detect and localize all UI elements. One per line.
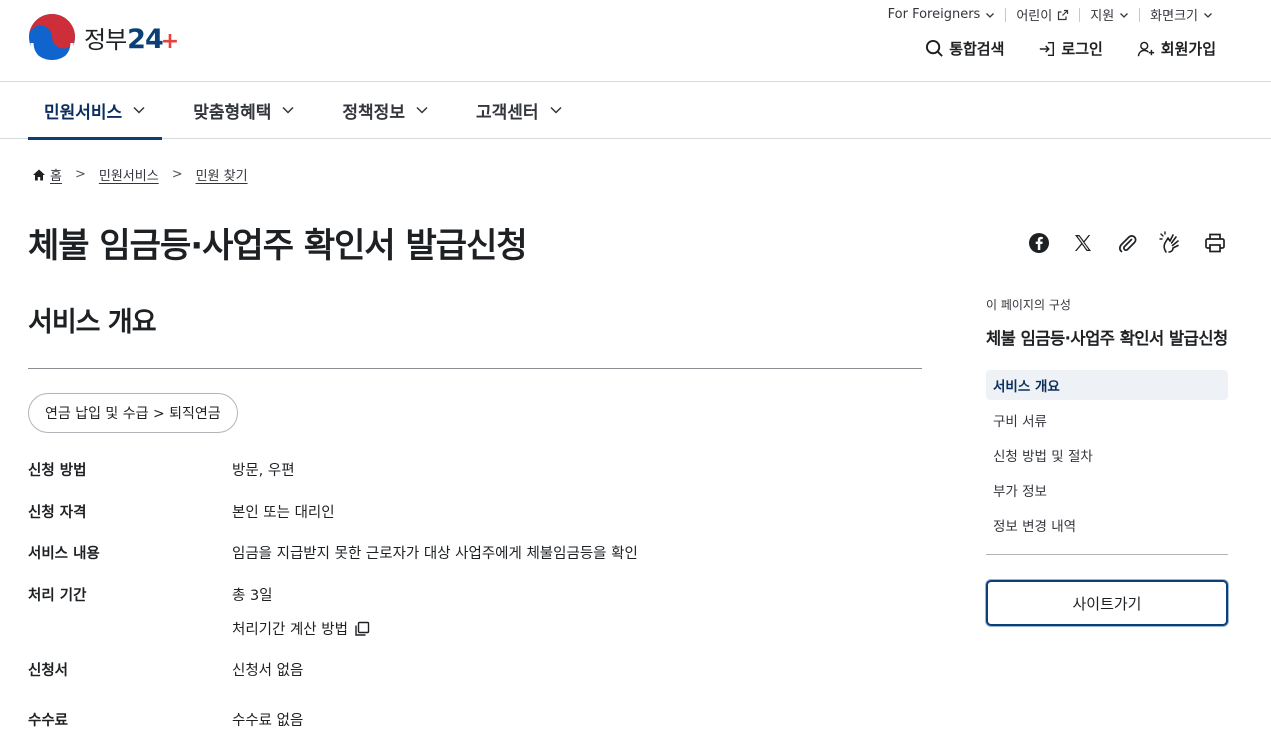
search-button[interactable]: 통합검색 <box>925 38 1004 59</box>
util-screen-size[interactable]: 화면크기 <box>1140 5 1223 24</box>
copy-icon <box>355 621 370 636</box>
util-kids[interactable]: 어린이 <box>1006 5 1079 24</box>
breadcrumb: 홈 > 민원서비스 > 민원 찾기 <box>32 165 248 184</box>
go-to-site-button[interactable]: 사이트가기 <box>986 580 1228 626</box>
processing-time-calc-link[interactable]: 처리기간 계산 방법 <box>232 618 370 639</box>
breadcrumb-civil-service[interactable]: 민원서비스 <box>99 165 159 184</box>
chevron-down-icon <box>1204 12 1212 18</box>
util-kids-label: 어린이 <box>1016 9 1053 24</box>
print-icon[interactable] <box>1203 231 1227 255</box>
header-actions: 통합검색 로그인 회원가입 <box>925 38 1216 59</box>
login-icon <box>1040 41 1055 56</box>
nav-tab-label: 고객센터 <box>475 102 539 123</box>
main-nav: 민원서비스 맞춤형혜택 정책정보 고객센터 <box>0 82 1271 140</box>
calc-link-label: 처리기간 계산 방법 <box>232 622 348 638</box>
login-button[interactable]: 로그인 <box>1038 38 1103 59</box>
search-button-label: 통합검색 <box>949 40 1005 58</box>
chevron-down-icon <box>133 106 145 114</box>
breadcrumb-home-label: 홈 <box>50 169 62 184</box>
info-label: 신청서 <box>28 663 69 679</box>
external-link-icon <box>1058 9 1069 20</box>
info-value: 수수료 없음 <box>232 713 304 729</box>
chevron-down-icon <box>550 106 562 114</box>
toc-item-documents[interactable]: 구비 서류 <box>986 405 1228 435</box>
logo-wordmark: 정부 24 + <box>84 20 179 55</box>
nav-tab-label: 맞춤형혜택 <box>193 102 272 123</box>
chevron-down-icon <box>416 106 428 114</box>
toc-item-procedure[interactable]: 신청 방법 및 절차 <box>986 440 1228 470</box>
util-screen-size-label: 화면크기 <box>1150 9 1198 24</box>
toc-item-extra-info[interactable]: 부가 정보 <box>986 475 1228 505</box>
toc-divider <box>986 554 1228 555</box>
share-toolbar <box>1027 231 1227 255</box>
taegeuk-logo-icon <box>29 14 75 61</box>
chevron-down-icon <box>282 106 294 114</box>
signup-button-label: 회원가입 <box>1160 40 1216 58</box>
toc-caption: 이 페이지의 구성 <box>986 298 1071 312</box>
info-value: 신청서 없음 <box>232 663 304 679</box>
chevron-down-icon <box>986 12 995 18</box>
nav-tab-custom-benefits[interactable]: 맞춤형혜택 <box>177 82 311 138</box>
nav-tab-label: 정책정보 <box>342 102 405 123</box>
info-value: 총 3일 <box>232 588 273 604</box>
info-value: 임금을 지급받지 못한 근로자가 대상 사업주에게 체불임금등을 확인 <box>232 546 638 562</box>
chevron-down-icon <box>1120 12 1129 18</box>
toc-item-change-history[interactable]: 정보 변경 내역 <box>986 510 1228 540</box>
section-title-overview: 서비스 개요 <box>28 307 157 338</box>
section-divider <box>28 368 922 369</box>
nav-tab-customer-center[interactable]: 고객센터 <box>460 82 579 138</box>
login-button-label: 로그인 <box>1061 40 1103 58</box>
breadcrumb-separator-icon: > <box>171 167 183 182</box>
breadcrumb-find-service[interactable]: 민원 찾기 <box>196 165 248 184</box>
utility-nav: For Foreigners 어린이 지원 화면크기 <box>878 5 1223 24</box>
toc-list: 서비스 개요 구비 서류 신청 방법 및 절차 부가 정보 정보 변경 내역 <box>986 370 1228 540</box>
link-icon[interactable] <box>1115 231 1139 255</box>
nav-tab-label: 민원서비스 <box>44 102 123 123</box>
util-support[interactable]: 지원 <box>1080 5 1139 24</box>
sign-language-icon[interactable] <box>1159 231 1183 255</box>
x-icon[interactable] <box>1071 231 1095 255</box>
info-label: 신청 자격 <box>28 505 87 521</box>
info-label: 서비스 내용 <box>28 546 100 562</box>
nav-tab-policy-info[interactable]: 정책정보 <box>326 82 445 138</box>
home-icon <box>33 169 45 180</box>
signup-button[interactable]: 회원가입 <box>1137 38 1216 59</box>
breadcrumb-home[interactable]: 홈 <box>32 165 62 184</box>
user-add-icon <box>1137 41 1154 56</box>
info-label: 수수료 <box>28 713 69 729</box>
search-icon <box>926 39 943 57</box>
toc-title: 체불 임금등·사업주 확인서 발급신청 <box>986 329 1228 348</box>
page-title: 체불 임금등·사업주 확인서 발급신청 <box>28 226 528 266</box>
info-label: 신청 방법 <box>28 463 87 479</box>
site-header: 정부 24 + For Foreigners 어린이 지원 화면크기 통합검색 <box>0 0 1271 82</box>
util-for-foreigners[interactable]: For Foreigners <box>878 7 1006 22</box>
gov24-logo[interactable]: 정부 24 + <box>28 13 179 61</box>
info-label: 처리 기간 <box>28 588 87 604</box>
page-toc-panel: 이 페이지의 구성 체불 임금등·사업주 확인서 발급신청 서비스 개요 구비 … <box>986 296 1228 626</box>
util-for-foreigners-label: For Foreigners <box>887 7 981 22</box>
breadcrumb-separator-icon: > <box>74 167 86 182</box>
facebook-icon[interactable] <box>1027 231 1051 255</box>
logo-plus: + <box>160 28 179 54</box>
nav-tab-civil-service[interactable]: 민원서비스 <box>28 82 163 140</box>
logo-text: 정부 <box>84 25 127 54</box>
info-value: 방문, 우편 <box>232 463 295 479</box>
category-chip[interactable]: 연금 납입 및 수급 > 퇴직연금 <box>28 393 238 433</box>
toc-item-overview[interactable]: 서비스 개요 <box>986 370 1228 400</box>
logo-number: 24 <box>127 23 164 55</box>
info-value: 본인 또는 대리인 <box>232 505 335 521</box>
util-support-label: 지원 <box>1090 9 1115 24</box>
